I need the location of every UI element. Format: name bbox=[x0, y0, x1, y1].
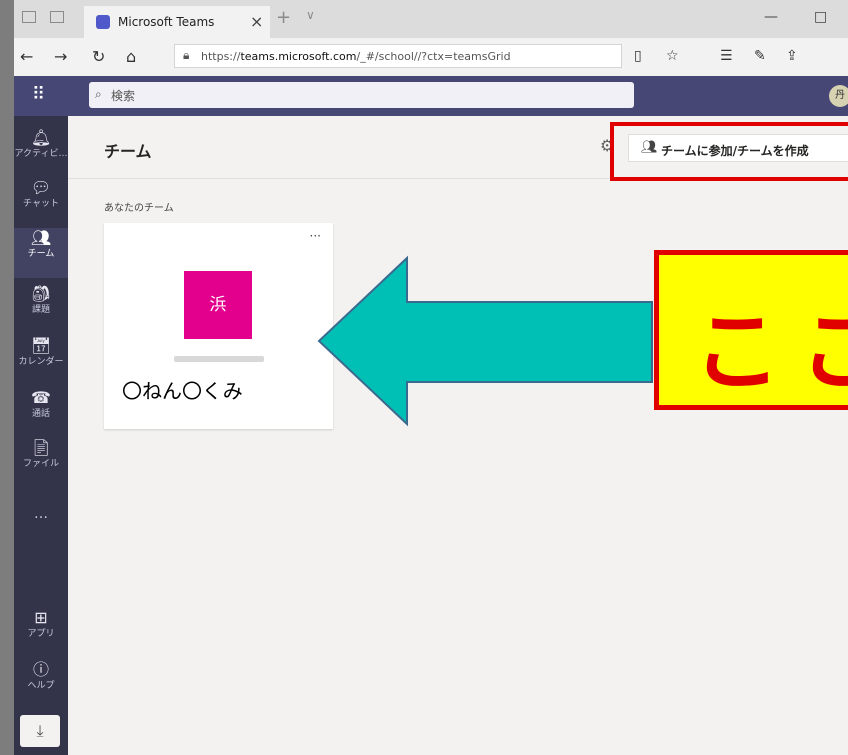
pen-icon[interactable]: ✎ bbox=[754, 48, 766, 64]
rail-item-more[interactable]: … bbox=[14, 507, 68, 558]
browser-tab-teams[interactable]: Microsoft Teams × bbox=[84, 6, 270, 38]
tab-preview-icon[interactable] bbox=[22, 11, 36, 23]
new-tab-button[interactable]: + bbox=[276, 7, 291, 28]
rail-item-activity[interactable]: 🔔︎ アクティビ… bbox=[14, 128, 68, 178]
help-icon: ⓘ bbox=[32, 660, 49, 679]
card-annotation-label: 〇ねん〇くみ bbox=[122, 379, 243, 403]
bell-icon: 🔔︎ bbox=[30, 128, 52, 147]
address-bar: ← → ↻ ⌂ 🔒︎ https://teams.microsoft.com/_… bbox=[14, 38, 848, 77]
lock-icon: 🔒︎ bbox=[183, 48, 190, 62]
reading-view-icon[interactable]: ▯ bbox=[634, 48, 642, 64]
rail-item-calls[interactable]: ☎︎ 通話 bbox=[14, 388, 68, 438]
tab-title: Microsoft Teams bbox=[118, 15, 215, 29]
set-aside-tabs-icon[interactable] bbox=[50, 11, 64, 23]
main-content: チーム ⚙︎ 👥︎ チームに参加/チームを作成 あなたのチーム ··· 浜 〇ね… bbox=[68, 116, 848, 755]
app-launcher-icon[interactable]: ⠿ bbox=[32, 84, 46, 105]
phone-icon: ☎︎ bbox=[31, 388, 51, 407]
maximize-button[interactable]: □ bbox=[814, 9, 827, 25]
rail-item-help[interactable]: ⓘ ヘルプ bbox=[14, 660, 68, 710]
rail-item-chat[interactable]: 💬︎ チャット bbox=[14, 178, 68, 228]
assignments-icon: 🎒︎ bbox=[30, 284, 52, 303]
chat-icon: 💬︎ bbox=[30, 178, 52, 197]
tab-bar: Microsoft Teams × + ∨ — □ bbox=[14, 0, 848, 38]
favorite-star-icon[interactable]: ☆ bbox=[666, 48, 679, 64]
tab-close-icon[interactable]: × bbox=[250, 12, 263, 31]
callout-text: ここ bbox=[693, 300, 848, 403]
rail-item-calendar[interactable]: 📅︎ カレンダー bbox=[14, 336, 68, 386]
rail-item-files[interactable]: 📄︎ ファイル bbox=[14, 438, 68, 488]
team-name-obscured bbox=[174, 356, 264, 362]
teams-top-bar: ⠿ ⌕ 検索 丹 bbox=[14, 76, 848, 116]
url-field[interactable]: 🔒︎ https://teams.microsoft.com/_#/school… bbox=[174, 44, 622, 68]
url-text: https://teams.microsoft.com/_#/school//?… bbox=[201, 50, 511, 63]
rail-item-teams[interactable]: 👥︎ チーム bbox=[14, 228, 68, 278]
search-icon: ⌕ bbox=[95, 87, 102, 101]
apps-icon: ⊞ bbox=[34, 608, 48, 627]
file-icon: 📄︎ bbox=[30, 438, 52, 457]
avatar[interactable]: 丹 bbox=[829, 85, 848, 107]
highlight-box bbox=[610, 122, 848, 181]
tab-dropdown-icon[interactable]: ∨ bbox=[306, 8, 315, 22]
back-icon[interactable]: ← bbox=[20, 47, 33, 66]
more-options-icon[interactable]: ··· bbox=[310, 229, 321, 243]
rail-item-assignments[interactable]: 🎒︎ 課題 bbox=[14, 284, 68, 334]
share-icon[interactable]: ⇪ bbox=[786, 48, 798, 64]
pointer-arrow bbox=[317, 255, 653, 427]
minimize-button[interactable]: — bbox=[764, 9, 778, 25]
search-input[interactable]: ⌕ 検索 bbox=[89, 82, 634, 108]
refresh-icon[interactable]: ↻ bbox=[92, 47, 105, 66]
browser-window: Microsoft Teams × + ∨ — □ ← → ↻ ⌂ 🔒︎ htt… bbox=[14, 0, 848, 755]
team-tile: 浜 bbox=[184, 271, 252, 339]
search-placeholder: 検索 bbox=[111, 89, 136, 103]
page-title: チーム bbox=[104, 142, 152, 161]
app-rail: 🔔︎ アクティビ… 💬︎ チャット 👥︎ チーム 🎒︎ 課題 📅︎ カレンダー … bbox=[14, 116, 68, 755]
teams-icon: 👥︎ bbox=[30, 228, 52, 247]
section-title: あなたのチーム bbox=[104, 203, 174, 214]
home-icon[interactable]: ⌂ bbox=[126, 47, 136, 66]
page-header: チーム ⚙︎ 👥︎ チームに参加/チームを作成 bbox=[68, 116, 848, 181]
rail-item-apps[interactable]: ⊞ アプリ bbox=[14, 608, 68, 658]
forward-icon[interactable]: → bbox=[54, 47, 67, 66]
calendar-icon: 📅︎ bbox=[30, 336, 52, 355]
callout-box: ここ bbox=[654, 250, 848, 410]
team-card[interactable]: ··· 浜 〇ねん〇くみ bbox=[104, 223, 333, 429]
teams-logo-icon bbox=[96, 15, 110, 29]
download-icon[interactable]: ⤓ bbox=[20, 715, 60, 747]
favorites-hub-icon[interactable]: ☰ bbox=[720, 48, 733, 64]
